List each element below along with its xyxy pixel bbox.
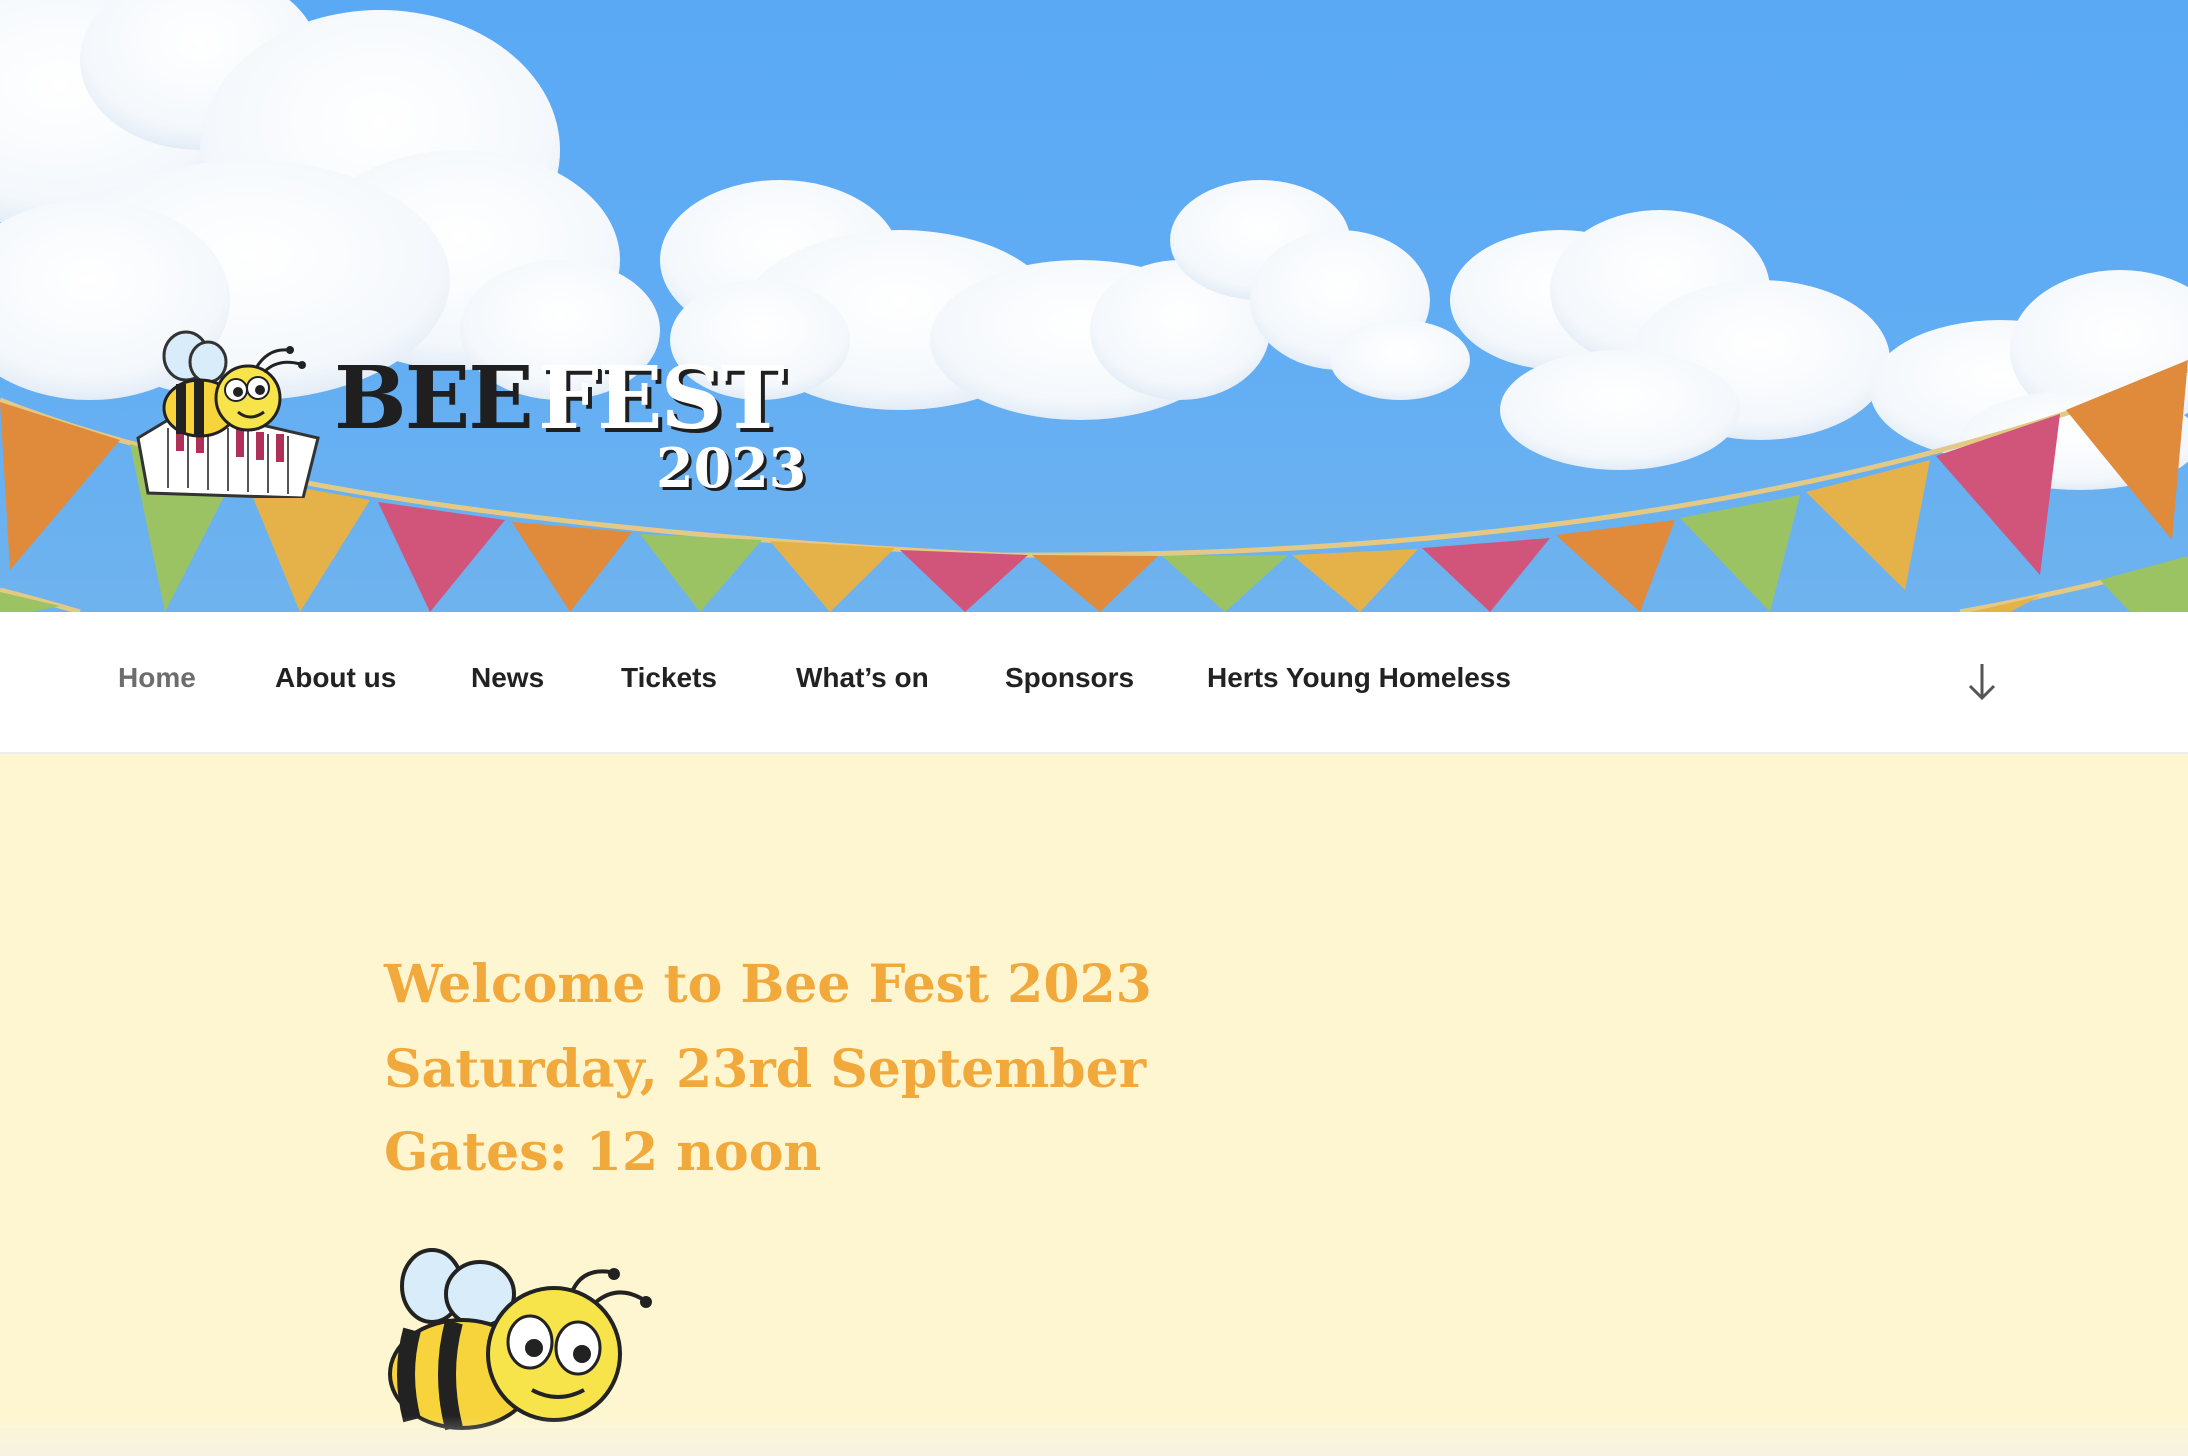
gates-time: Gates: 12 noon (384, 1122, 822, 1183)
nav-item-tickets[interactable]: Tickets (621, 662, 717, 694)
logo-year: 2023 (656, 436, 807, 500)
event-date: Saturday, 23rd September (384, 1039, 1147, 1100)
nav-item-news[interactable]: News (471, 662, 544, 694)
welcome-heading: Welcome to Bee Fest 2023 (384, 954, 1152, 1015)
nav-item-sponsors[interactable]: Sponsors (1005, 662, 1134, 694)
logo-word-fest: FEST (538, 348, 785, 449)
header-banner: BEE FEST 2023 (0, 0, 2188, 612)
main-content: Welcome to Bee Fest 2023 Saturday, 23rd … (0, 754, 2188, 1456)
bee-piano-icon (136, 330, 320, 498)
sky-bunting-illustration (0, 0, 2188, 612)
nav-item-whats-on[interactable]: What’s on (796, 662, 929, 694)
main-navigation: Home About us News Tickets What’s on Spo… (0, 612, 2188, 754)
scroll-down-button[interactable] (1964, 660, 2000, 704)
nav-item-about-us[interactable]: About us (275, 662, 396, 694)
cloud-right (1450, 210, 1890, 470)
logo-word-bee: BEE (334, 348, 534, 449)
arrow-down-icon (1968, 664, 1996, 701)
nav-item-home[interactable]: Home (118, 662, 196, 694)
nav-item-herts-young-homeless[interactable]: Herts Young Homeless (1207, 662, 1511, 694)
bee-mascot-image (388, 1248, 652, 1431)
site-logo[interactable]: BEE FEST 2023 (128, 328, 808, 500)
bottom-fade (0, 1416, 2188, 1456)
